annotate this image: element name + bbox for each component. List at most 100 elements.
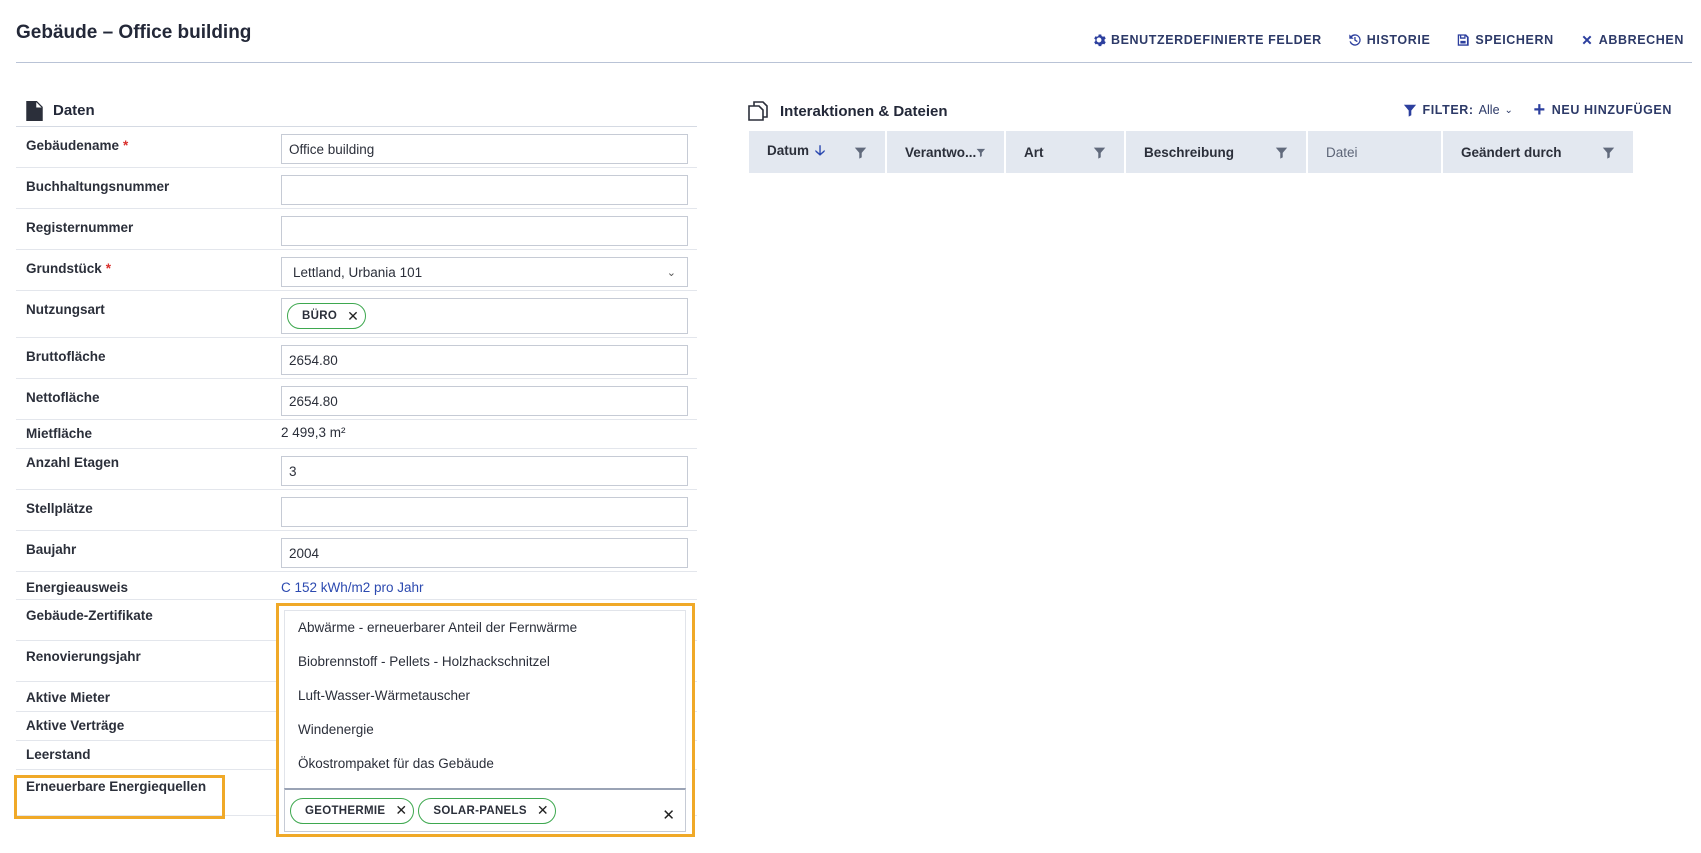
remove-tag-icon[interactable]: ✕ — [395, 802, 407, 819]
interactions-tools: FILTER: Alle ⌄ + NEU HINZUFÜGEN — [1403, 99, 1673, 121]
tag-chip: BÜRO ✕ — [287, 303, 367, 329]
option-item[interactable]: Windenergie — [285, 713, 685, 747]
sort-down-icon: 🡣 — [815, 142, 826, 158]
plot-label: Grundstück * — [26, 261, 112, 276]
filter-icon[interactable] — [1093, 146, 1106, 159]
gross-area-label: Bruttofläche — [26, 349, 106, 364]
remove-tag-icon[interactable]: ✕ — [347, 308, 359, 325]
close-icon — [1582, 35, 1592, 45]
row-floors: Anzahl Etagen 3 — [16, 449, 697, 490]
row-plot: Grundstück * Lettland, Urbania 101 ⌄ — [16, 250, 697, 291]
chevron-down-icon: ⌄ — [1504, 104, 1514, 116]
copy-files-icon — [748, 101, 768, 121]
save-label: SPEICHERN — [1475, 33, 1554, 47]
row-net-area: Nettofläche 2654.80 — [16, 379, 697, 420]
column-modified-by[interactable]: Geändert durch — [1443, 131, 1633, 173]
history-icon — [1349, 34, 1361, 46]
building-name-label: Gebäudename * — [26, 138, 129, 153]
option-item[interactable]: Luft-Wasser-Wärmetauscher — [285, 679, 685, 713]
option-item[interactable]: Abwärme - erneuerbarer Anteil der Fernwä… — [285, 611, 685, 645]
add-new-button[interactable]: + NEU HINZUFÜGEN — [1533, 99, 1673, 121]
usage-type-label: Nutzungsart — [26, 302, 105, 317]
row-energy-certificate: Energieausweis C 152 kWh/m2 pro Jahr — [16, 572, 697, 600]
column-label: Datei — [1326, 144, 1358, 160]
cancel-label: ABBRECHEN — [1598, 33, 1684, 47]
active-contracts-label: Aktive Verträge — [26, 718, 125, 733]
accounting-number-input[interactable] — [281, 175, 688, 205]
plus-icon: + — [1533, 99, 1546, 121]
usage-type-multiselect[interactable]: BÜRO ✕ — [281, 298, 688, 334]
column-description[interactable]: Beschreibung — [1126, 131, 1306, 173]
remove-tag-icon[interactable]: ✕ — [537, 802, 549, 819]
renewable-sources-dropdown: Abwärme - erneuerbarer Anteil der Fernwä… — [276, 603, 695, 837]
options-list: Abwärme - erneuerbarer Anteil der Fernwä… — [284, 610, 686, 788]
label-highlight-box — [14, 775, 225, 819]
history-button[interactable]: HISTORIE — [1348, 33, 1431, 47]
energy-certificate-label: Energieausweis — [26, 580, 129, 595]
clear-all-icon[interactable]: ✕ — [662, 806, 675, 824]
row-parking: Stellplätze — [16, 490, 697, 531]
column-label: Geändert durch — [1461, 144, 1562, 160]
data-section-header: Daten — [16, 95, 697, 127]
add-new-label: NEU HINZUFÜGEN — [1551, 103, 1672, 117]
plot-select[interactable]: Lettland, Urbania 101 ⌄ — [281, 257, 688, 287]
filter-icon[interactable] — [1602, 146, 1615, 159]
interactions-panel: Interaktionen & Dateien FILTER: Alle ⌄ + … — [748, 95, 1673, 173]
row-gross-area: Bruttofläche 2654.80 — [16, 338, 697, 379]
column-file[interactable]: Datei — [1308, 131, 1441, 173]
row-accounting-number: Buchhaltungsnummer — [16, 168, 697, 209]
active-tenants-label: Aktive Mieter — [26, 690, 111, 705]
filter-icon[interactable] — [1275, 146, 1288, 159]
filter-icon[interactable] — [976, 146, 986, 159]
history-label: HISTORIE — [1366, 33, 1431, 47]
rental-area-label: Mietfläche — [26, 426, 93, 441]
document-icon — [26, 100, 43, 121]
energy-certificate-link[interactable]: C 152 kWh/m2 pro Jahr — [281, 580, 424, 595]
column-label: Art — [1024, 144, 1044, 160]
option-item[interactable]: Biobrennstoff - Pellets - Holzhackschnit… — [285, 645, 685, 679]
gross-area-input[interactable]: 2654.80 — [281, 345, 688, 375]
option-item[interactable]: Ökostrompaket für das Gebäude — [285, 747, 685, 781]
floors-input[interactable]: 3 — [281, 456, 688, 486]
column-responsible[interactable]: Verantwo... — [887, 131, 1004, 173]
building-name-input[interactable]: Office building — [281, 134, 688, 164]
vacancy-label: Leerstand — [26, 747, 91, 762]
accounting-number-label: Buchhaltungsnummer — [26, 179, 170, 194]
top-actions: BENUTZERDEFINIERTE FELDER HISTORIE SPEIC… — [1092, 33, 1684, 47]
row-building-name: Gebäudename * Office building — [16, 127, 697, 168]
save-icon — [1458, 34, 1470, 46]
column-date[interactable]: Datum 🡣 — [749, 131, 885, 173]
column-label: Beschreibung — [1144, 144, 1235, 160]
filter-button[interactable]: FILTER: Alle ⌄ — [1403, 103, 1513, 117]
row-year-built: Baujahr 2004 — [16, 531, 697, 572]
filter-icon[interactable] — [854, 146, 867, 159]
parking-input[interactable] — [281, 497, 688, 527]
custom-fields-label: BENUTZERDEFINIERTE FELDER — [1110, 33, 1322, 47]
page-title: Gebäude – Office building — [16, 22, 252, 43]
net-area-label: Nettofläche — [26, 390, 100, 405]
plot-value: Lettland, Urbania 101 — [293, 264, 423, 280]
custom-fields-button[interactable]: BENUTZERDEFINIERTE FELDER — [1092, 33, 1322, 47]
rental-area-value: 2 499,3 m² — [281, 425, 346, 440]
chevron-down-icon: ⌄ — [666, 266, 676, 279]
year-built-input[interactable]: 2004 — [281, 538, 688, 568]
top-bar: Gebäude – Office building BENUTZERDEFINI… — [16, 0, 1692, 63]
register-number-input[interactable] — [281, 216, 688, 246]
tag-label: BÜRO — [302, 310, 338, 322]
filter-value: Alle — [1478, 103, 1500, 117]
year-built-label: Baujahr — [26, 542, 77, 557]
save-button[interactable]: SPEICHERN — [1456, 33, 1553, 47]
renewable-sources-multiselect[interactable]: GEOTHERMIE ✕ SOLAR-PANELS ✕ ✕ — [284, 788, 686, 832]
net-area-input[interactable]: 2654.80 — [281, 386, 688, 416]
column-label: Verantwo... — [905, 144, 977, 160]
tag-label: GEOTHERMIE — [305, 804, 386, 817]
column-type[interactable]: Art — [1006, 131, 1124, 173]
cancel-button[interactable]: ABBRECHEN — [1580, 33, 1684, 47]
tag-chip: SOLAR-PANELS ✕ — [418, 797, 556, 824]
row-register-number: Registernummer — [16, 209, 697, 250]
filter-label: FILTER: — [1422, 103, 1474, 117]
tag-chip: GEOTHERMIE ✕ — [290, 797, 415, 824]
row-usage-type: Nutzungsart BÜRO ✕ — [16, 291, 697, 338]
gear-icon — [1094, 34, 1106, 47]
data-section-title: Daten — [53, 102, 95, 119]
